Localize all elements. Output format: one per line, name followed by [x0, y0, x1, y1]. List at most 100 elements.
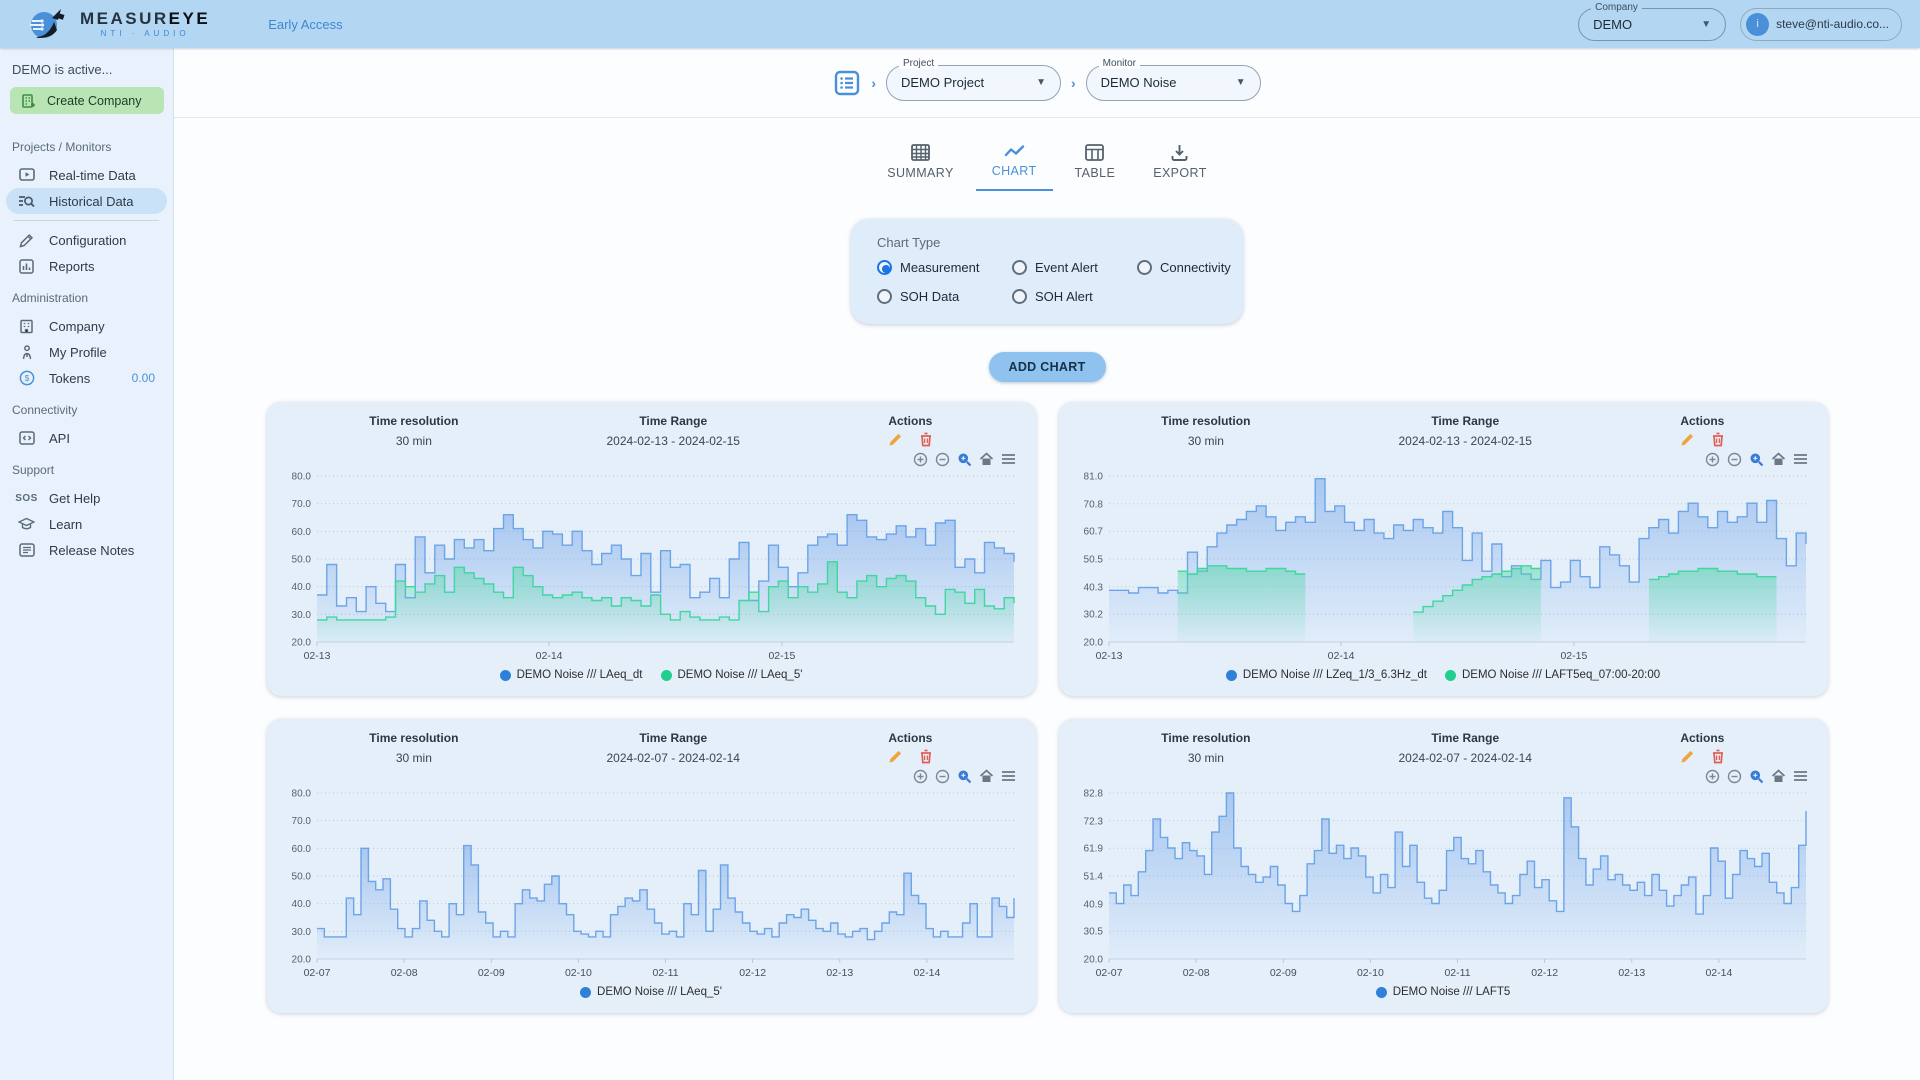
tab-table[interactable]: TABLE: [1059, 138, 1132, 191]
zoom-in-icon[interactable]: [1705, 450, 1720, 468]
menu-icon[interactable]: [1001, 767, 1016, 785]
reset-home-icon[interactable]: [979, 767, 994, 785]
legend-item[interactable]: DEMO Noise /// LAFT5eq_07:00-20:00: [1445, 669, 1660, 681]
code-icon: [18, 431, 35, 445]
sidebar-divider: [14, 220, 159, 221]
svg-text:60.0: 60.0: [291, 844, 311, 855]
chevron-down-icon: ▼: [1661, 19, 1711, 30]
tab-summary[interactable]: SUMMARY: [871, 138, 969, 191]
svg-text:02-07: 02-07: [1095, 967, 1122, 979]
legend-dot: [661, 670, 672, 681]
radio-connectivity[interactable]: Connectivity: [1137, 260, 1231, 275]
legend-item[interactable]: DEMO Noise /// LZeq_1/3_6.3Hz_dt: [1226, 669, 1427, 681]
time-resolution-value: 30 min: [281, 434, 548, 448]
radio-soh-data[interactable]: SOH Data: [877, 289, 1012, 304]
edit-chart-button[interactable]: [888, 432, 903, 447]
reset-home-icon[interactable]: [1771, 450, 1786, 468]
sidebar-item-historical-data[interactable]: Historical Data: [6, 188, 167, 214]
chart-plot-area[interactable]: 80.070.060.050.040.030.020.002-0702-0802…: [281, 785, 1022, 983]
box-zoom-icon[interactable]: [957, 450, 972, 468]
chart-legend: DEMO Noise /// LAeq_5': [281, 983, 1022, 1001]
delete-chart-button[interactable]: [1711, 432, 1725, 447]
user-email: steve@nti-audio.co...: [1776, 17, 1889, 31]
zoom-out-icon[interactable]: [1727, 450, 1742, 468]
tab-chart[interactable]: CHART: [976, 138, 1053, 191]
delete-chart-button[interactable]: [919, 432, 933, 447]
zoom-out-icon[interactable]: [935, 767, 950, 785]
delete-chart-button[interactable]: [1711, 749, 1725, 764]
chart-plot-area[interactable]: 80.070.060.050.040.030.020.002-1302-1402…: [281, 468, 1022, 666]
radio-measurement[interactable]: Measurement: [877, 260, 1012, 275]
sidebar-item-configuration[interactable]: Configuration: [6, 227, 167, 253]
radio-event-alert[interactable]: Event Alert: [1012, 260, 1137, 275]
chart-plot-area[interactable]: 81.070.860.750.540.330.220.002-1302-1402…: [1073, 468, 1814, 666]
svg-text:70.0: 70.0: [291, 499, 311, 510]
legend-item[interactable]: DEMO Noise /// LAFT5: [1376, 986, 1511, 998]
sidebar-item-realtime-data[interactable]: Real-time Data: [6, 162, 167, 188]
svg-text:70.0: 70.0: [291, 816, 311, 827]
zoom-out-icon[interactable]: [1727, 767, 1742, 785]
menu-icon[interactable]: [1793, 450, 1808, 468]
create-company-button[interactable]: Create Company: [10, 87, 164, 114]
legend-dot: [1376, 987, 1387, 998]
sidebar-item-company[interactable]: Company: [6, 313, 167, 339]
company-select-value: DEMO: [1593, 17, 1632, 32]
bar-chart-icon: [18, 259, 35, 274]
download-icon: [1171, 144, 1188, 161]
chart-plot-area[interactable]: 82.872.361.951.440.930.520.002-0702-0802…: [1073, 785, 1814, 983]
sidebar-item-api[interactable]: API: [6, 425, 167, 451]
sidebar-item-get-help[interactable]: SOS Get Help: [6, 485, 167, 511]
svg-text:20.0: 20.0: [1083, 955, 1103, 966]
svg-text:30.0: 30.0: [291, 927, 311, 938]
chart-card: Time resolution 30 min Time Range 2024-0…: [1059, 402, 1828, 696]
chart-type-title: Chart Type: [877, 235, 1217, 250]
create-company-icon: [20, 93, 37, 109]
edit-chart-button[interactable]: [1680, 432, 1695, 447]
sidebar-item-release-notes[interactable]: Release Notes: [6, 537, 167, 563]
radio-soh-alert[interactable]: SOH Alert: [1012, 289, 1137, 304]
monitor-select-value: DEMO Noise: [1101, 75, 1177, 90]
sidebar-item-reports[interactable]: Reports: [6, 253, 167, 279]
reset-home-icon[interactable]: [1771, 767, 1786, 785]
time-range-value: 2024-02-13 - 2024-02-15: [547, 434, 799, 448]
svg-text:20.0: 20.0: [291, 955, 311, 966]
box-zoom-icon[interactable]: [957, 767, 972, 785]
svg-text:02-14: 02-14: [1705, 967, 1732, 979]
time-resolution-block: Time resolution 30 min: [281, 731, 548, 765]
legend-item[interactable]: DEMO Noise /// LAeq_5': [661, 669, 803, 681]
legend-item[interactable]: DEMO Noise /// LAeq_dt: [500, 669, 643, 681]
brand-wordmark: MEASUREYE NTI · AUDIO: [80, 10, 210, 38]
project-select[interactable]: Project DEMO Project ▼: [886, 65, 1061, 101]
sidebar-item-tokens[interactable]: $ Tokens 0.00: [6, 365, 167, 391]
add-chart-button[interactable]: ADD CHART: [989, 352, 1106, 382]
reset-home-icon[interactable]: [979, 450, 994, 468]
box-zoom-icon[interactable]: [1749, 767, 1764, 785]
menu-icon[interactable]: [1001, 450, 1016, 468]
delete-chart-button[interactable]: [919, 749, 933, 764]
svg-text:02-13: 02-13: [1618, 967, 1645, 979]
legend-item[interactable]: DEMO Noise /// LAeq_5': [580, 986, 722, 998]
company-select-label: Company: [1591, 2, 1642, 13]
sidebar-item-my-profile[interactable]: My Profile: [6, 339, 167, 365]
time-resolution-block: Time resolution 30 min: [1073, 414, 1340, 448]
section-administration: Administration: [0, 279, 173, 313]
edit-chart-button[interactable]: [888, 749, 903, 764]
project-list-icon[interactable]: [833, 69, 861, 97]
sidebar-item-learn[interactable]: Learn: [6, 511, 167, 537]
edit-chart-button[interactable]: [1680, 749, 1695, 764]
zoom-out-icon[interactable]: [935, 450, 950, 468]
user-account-chip[interactable]: i steve@nti-audio.co...: [1740, 8, 1902, 41]
company-select[interactable]: Company DEMO ▼: [1578, 8, 1726, 41]
zoom-in-icon[interactable]: [913, 450, 928, 468]
actions-title: Actions: [799, 731, 1021, 745]
zoom-in-icon[interactable]: [913, 767, 928, 785]
svg-text:40.0: 40.0: [291, 582, 311, 593]
zoom-in-icon[interactable]: [1705, 767, 1720, 785]
tab-export[interactable]: EXPORT: [1137, 138, 1223, 191]
box-zoom-icon[interactable]: [1749, 450, 1764, 468]
time-range-value: 2024-02-13 - 2024-02-15: [1339, 434, 1591, 448]
svg-text:61.9: 61.9: [1083, 844, 1103, 855]
menu-icon[interactable]: [1793, 767, 1808, 785]
monitor-select[interactable]: Monitor DEMO Noise ▼: [1086, 65, 1261, 101]
svg-text:80.0: 80.0: [291, 472, 311, 483]
